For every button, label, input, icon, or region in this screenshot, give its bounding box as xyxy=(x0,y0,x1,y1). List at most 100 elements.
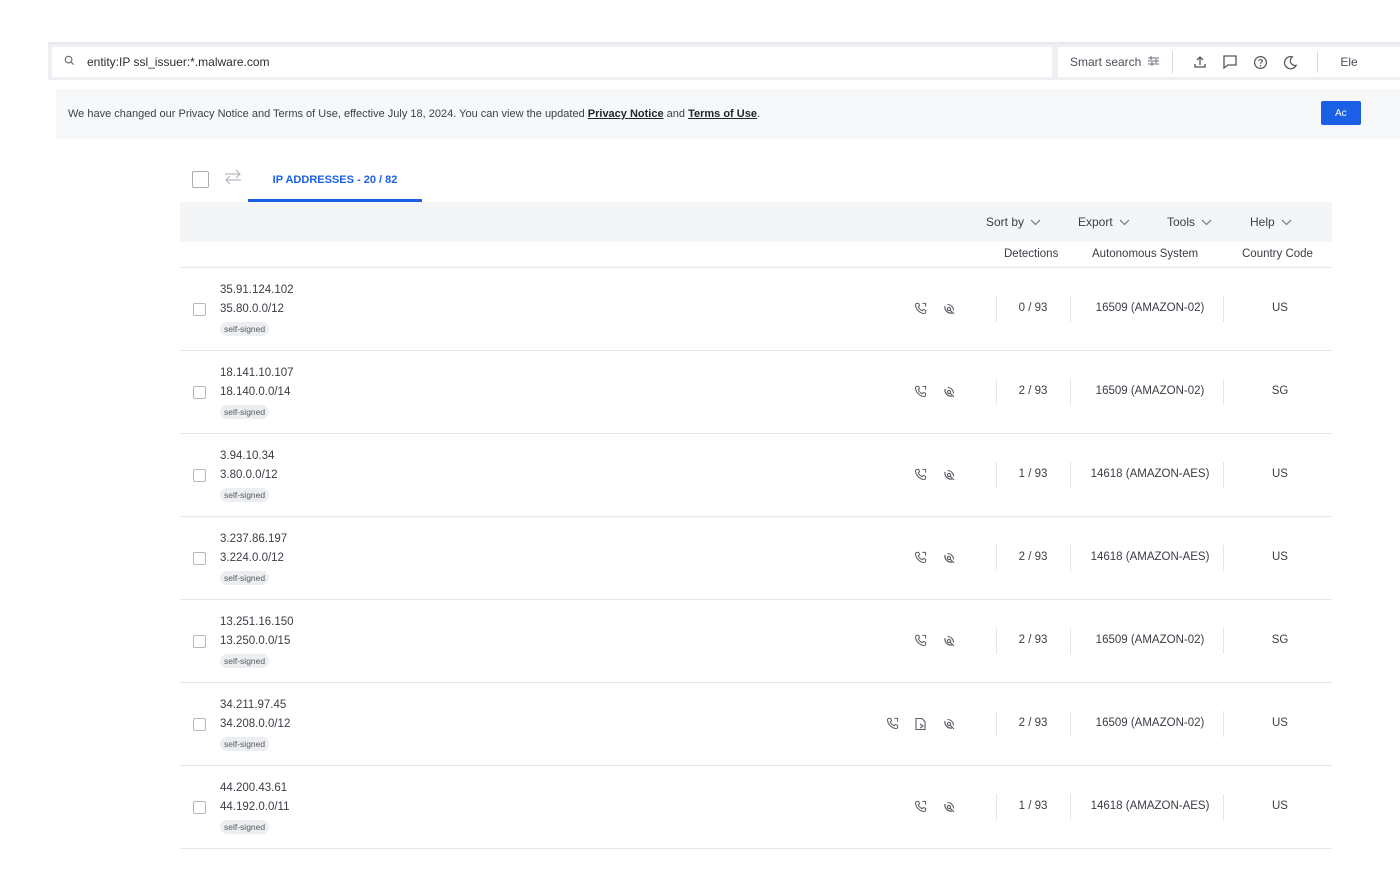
help-dropdown[interactable]: Help xyxy=(1250,215,1292,229)
detections-count[interactable]: 2 / 93 xyxy=(998,551,1068,563)
tools-dropdown[interactable]: Tools xyxy=(1167,215,1212,229)
autonomous-system-link[interactable]: 16509 (AMAZON-02) xyxy=(1075,385,1225,397)
phone-icon[interactable] xyxy=(914,302,927,320)
sort-by-dropdown[interactable]: Sort by xyxy=(986,215,1041,229)
satellite-icon[interactable] xyxy=(942,800,956,819)
banner-text-and: and xyxy=(663,108,689,120)
upload-icon[interactable] xyxy=(1189,51,1211,73)
table-row[interactable]: 13.251.16.150 13.250.0.0/15 self-signed 2 /… xyxy=(180,600,1332,683)
row-checkbox[interactable] xyxy=(193,801,206,814)
phone-icon[interactable] xyxy=(914,800,927,818)
network-range: 3.80.0.0/12 xyxy=(220,469,278,481)
country-code: US xyxy=(1272,551,1288,563)
results-list: 35.91.124.102 35.80.0.0/12 self-signed 0 / … xyxy=(180,268,1332,849)
ip-address-link[interactable]: 35.91.124.102 xyxy=(220,284,294,296)
table-row[interactable]: 3.237.86.197 3.224.0.0/12 self-signed 2 / 9… xyxy=(180,517,1332,600)
accept-button[interactable]: Ac xyxy=(1321,101,1361,125)
smart-search-label: Smart search xyxy=(1070,55,1142,69)
comment-icon[interactable] xyxy=(1219,51,1241,73)
satellite-icon[interactable] xyxy=(942,551,956,570)
detections-count[interactable]: 2 / 93 xyxy=(998,385,1068,397)
cell-divider xyxy=(996,545,997,571)
tag-badge[interactable]: self-signed xyxy=(220,737,270,751)
tab-ip-addresses[interactable]: IP ADDRESSES - 20 / 82 xyxy=(248,162,422,202)
cell-divider xyxy=(1070,628,1071,654)
table-row[interactable]: 18.141.10.107 18.140.0.0/14 self-signed 2 /… xyxy=(180,351,1332,434)
cell-divider xyxy=(1070,296,1071,322)
phone-icon[interactable] xyxy=(914,468,927,486)
tag-badge[interactable]: self-signed xyxy=(220,405,270,419)
satellite-icon[interactable] xyxy=(942,717,956,736)
column-detections[interactable]: Detections xyxy=(1004,248,1058,260)
file-arrow-icon[interactable] xyxy=(914,717,927,736)
phone-icon[interactable] xyxy=(886,717,899,735)
help-icon[interactable] xyxy=(1249,51,1271,73)
export-dropdown[interactable]: Export xyxy=(1078,215,1130,229)
search-input[interactable] xyxy=(87,55,987,69)
tag-badge[interactable]: self-signed xyxy=(220,820,270,834)
row-checkbox[interactable] xyxy=(193,635,206,648)
swap-icon[interactable] xyxy=(223,168,243,191)
detections-count[interactable]: 1 / 93 xyxy=(998,468,1068,480)
tag-badge[interactable]: self-signed xyxy=(220,654,270,668)
table-row[interactable]: 34.211.97.45 34.208.0.0/12 self-signed 2 / … xyxy=(180,683,1332,766)
detections-count[interactable]: 2 / 93 xyxy=(998,717,1068,729)
satellite-icon[interactable] xyxy=(942,634,956,653)
column-autonomous-system[interactable]: Autonomous System xyxy=(1092,248,1198,260)
row-checkbox[interactable] xyxy=(193,718,206,731)
tools-label: Tools xyxy=(1167,215,1196,229)
phone-icon[interactable] xyxy=(914,551,927,569)
cell-divider xyxy=(1070,379,1071,405)
theme-toggle-icon[interactable] xyxy=(1279,51,1301,73)
autonomous-system-link[interactable]: 14618 (AMAZON-AES) xyxy=(1075,551,1225,563)
ip-address-link[interactable]: 3.94.10.34 xyxy=(220,450,274,462)
autonomous-system-link[interactable]: 16509 (AMAZON-02) xyxy=(1075,717,1225,729)
cell-divider xyxy=(1070,462,1071,488)
app-frame: Smart search Ele We have c xyxy=(0,0,1400,876)
table-row[interactable]: 44.200.43.61 44.192.0.0/11 self-signed 1 / … xyxy=(180,766,1332,849)
satellite-icon[interactable] xyxy=(942,468,956,487)
row-checkbox[interactable] xyxy=(193,552,206,565)
autonomous-system-link[interactable]: 14618 (AMAZON-AES) xyxy=(1075,468,1225,480)
smart-search-button[interactable]: Smart search xyxy=(1070,55,1160,70)
cell-divider xyxy=(1070,794,1071,820)
autonomous-system-link[interactable]: 16509 (AMAZON-02) xyxy=(1075,634,1225,646)
terms-of-use-link[interactable]: Terms of Use xyxy=(688,108,757,120)
detections-count[interactable]: 1 / 93 xyxy=(998,800,1068,812)
tag-badge[interactable]: self-signed xyxy=(220,488,270,502)
ip-address-link[interactable]: 3.237.86.197 xyxy=(220,533,287,545)
autonomous-system-link[interactable]: 16509 (AMAZON-02) xyxy=(1075,302,1225,314)
chevron-down-icon xyxy=(1201,215,1212,229)
export-label: Export xyxy=(1078,215,1113,229)
row-checkbox[interactable] xyxy=(193,386,206,399)
table-row[interactable]: 3.94.10.34 3.80.0.0/12 self-signed 1 / 93 14… xyxy=(180,434,1332,517)
phone-icon[interactable] xyxy=(914,634,927,652)
satellite-icon[interactable] xyxy=(942,302,956,321)
tag-badge[interactable]: self-signed xyxy=(220,571,270,585)
search-box[interactable] xyxy=(52,47,1052,77)
cell-divider xyxy=(996,794,997,820)
divider xyxy=(1172,51,1174,73)
detections-count[interactable]: 0 / 93 xyxy=(998,302,1068,314)
privacy-notice-link[interactable]: Privacy Notice xyxy=(588,108,664,120)
ip-address-link[interactable]: 34.211.97.45 xyxy=(220,699,286,711)
top-search-bar: Smart search Ele xyxy=(48,42,1400,80)
user-menu[interactable]: Ele xyxy=(1340,55,1380,69)
select-all-checkbox[interactable] xyxy=(192,171,209,188)
autonomous-system-link[interactable]: 14618 (AMAZON-AES) xyxy=(1075,800,1225,812)
ip-address-link[interactable]: 18.141.10.107 xyxy=(220,367,294,379)
ip-address-link[interactable]: 44.200.43.61 xyxy=(220,782,287,794)
satellite-icon[interactable] xyxy=(942,385,956,404)
country-code: SG xyxy=(1271,634,1289,646)
ip-address-link[interactable]: 13.251.16.150 xyxy=(220,616,294,628)
row-checkbox[interactable] xyxy=(193,469,206,482)
phone-icon[interactable] xyxy=(914,385,927,403)
tag-badge[interactable]: self-signed xyxy=(220,322,270,336)
column-country-code[interactable]: Country Code xyxy=(1242,248,1313,260)
table-row[interactable]: 35.91.124.102 35.80.0.0/12 self-signed 0 / … xyxy=(180,268,1332,351)
detections-count[interactable]: 2 / 93 xyxy=(998,634,1068,646)
network-range: 35.80.0.0/12 xyxy=(220,303,284,315)
banner-text: We have changed our Privacy Notice and T… xyxy=(68,108,760,120)
row-checkbox[interactable] xyxy=(193,303,206,316)
top-actions: Smart search Ele xyxy=(1058,47,1400,77)
